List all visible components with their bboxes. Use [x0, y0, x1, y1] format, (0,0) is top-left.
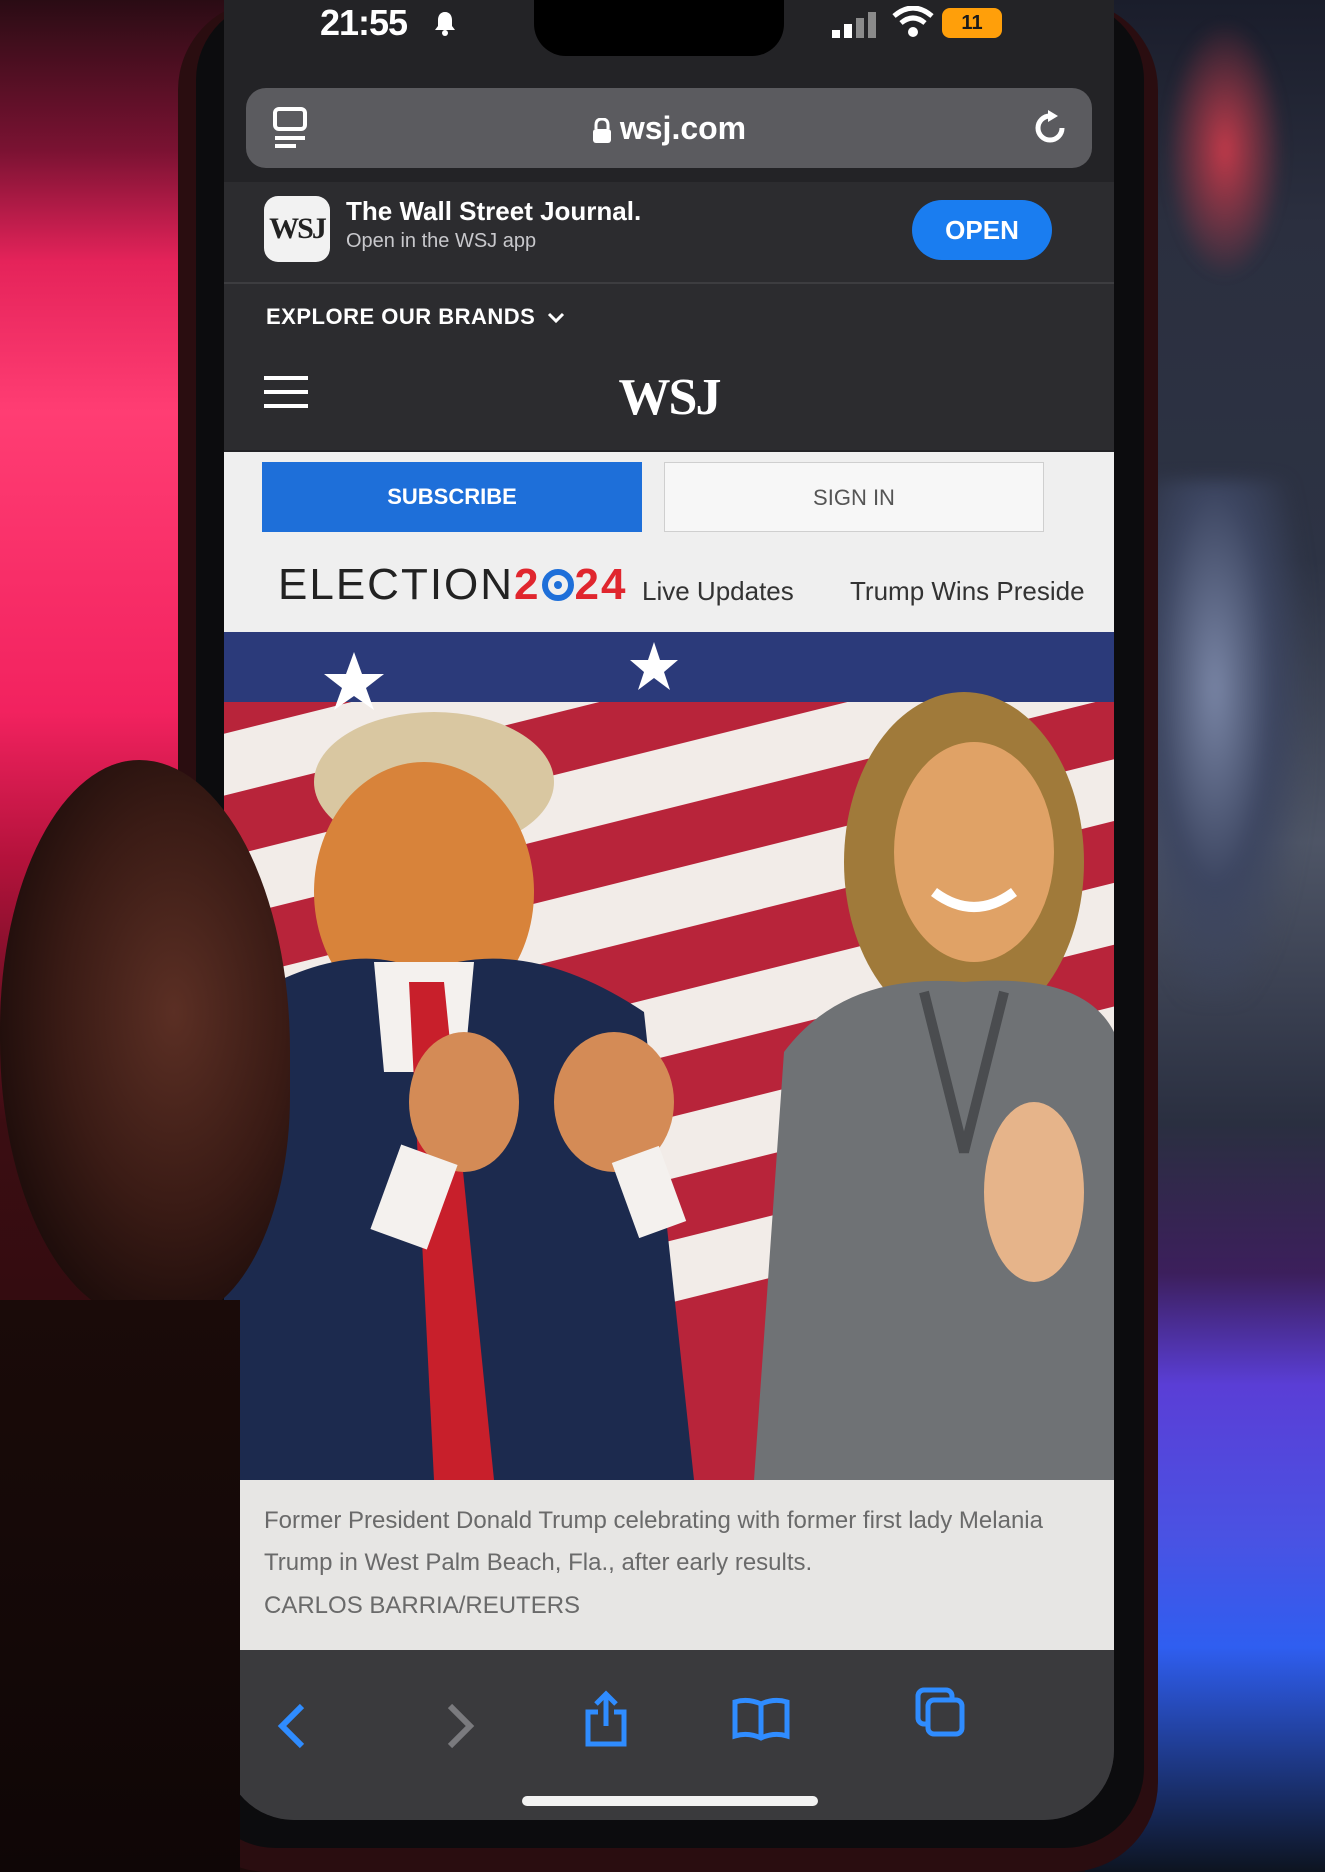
app-banner: WSJ The Wall Street Journal. Open in the… [224, 182, 1114, 284]
dynamic-island [534, 0, 784, 56]
election-year-2: 2 [514, 560, 541, 609]
hand-lower [0, 1300, 240, 1872]
app-subtitle: Open in the WSJ app [346, 230, 537, 252]
address-bar[interactable]: wsj.com [246, 88, 1092, 168]
url-display[interactable]: wsj.com [246, 88, 1092, 168]
forward-icon[interactable] [444, 1702, 476, 1750]
back-icon[interactable] [276, 1702, 308, 1750]
caption-text: Former President Donald Trump celebratin… [264, 1507, 1043, 1576]
phone-screen: 21:55 11 wsj.com WSJ The Wall Street Jou… [224, 0, 1114, 1820]
subscribe-button[interactable]: SUBSCRIBE [262, 462, 642, 532]
nav-live-updates[interactable]: Live Updates [642, 576, 794, 607]
wifi-icon [892, 6, 934, 37]
election-year-24: 24 [574, 560, 628, 609]
explore-brands-label: EXPLORE OUR BRANDS [266, 304, 536, 329]
photo-caption: Former President Donald Trump celebratin… [224, 1480, 1114, 1650]
share-icon[interactable] [584, 1690, 628, 1748]
election-title-prefix: ELECTION [278, 560, 515, 609]
status-bar: 21:55 11 [224, 0, 1114, 56]
bell-icon [435, 12, 455, 36]
wsj-logo[interactable]: WSJ [224, 368, 1114, 427]
app-name: The Wall Street Journal. [346, 196, 642, 226]
battery-icon: 11 [942, 8, 1002, 38]
nav-trump-wins[interactable]: Trump Wins Preside [850, 576, 1085, 607]
chevron-down-icon [548, 313, 565, 324]
open-app-button[interactable]: OPEN [912, 200, 1052, 260]
site-header: WSJ [224, 354, 1114, 450]
election-2024-label[interactable]: ELECTION2 24 [278, 560, 627, 610]
background-glow [1165, 20, 1285, 280]
explore-brands-bar[interactable]: EXPLORE OUR BRANDS [224, 284, 1114, 354]
status-time: 21:55 [320, 2, 408, 43]
auth-bar: SUBSCRIBE SIGN IN [224, 452, 1114, 556]
wsj-app-logo: WSJ [264, 196, 330, 262]
article-photo[interactable] [224, 632, 1114, 1480]
election-nav: ELECTION2 24 Live Updates Trump Wins Pres… [224, 556, 1114, 632]
reload-icon[interactable] [1030, 108, 1070, 148]
browser-toolbar [224, 1650, 1114, 1820]
home-indicator[interactable] [522, 1796, 818, 1806]
bookmarks-icon[interactable] [732, 1696, 790, 1742]
explore-brands-dropdown[interactable]: EXPLORE OUR BRANDS [266, 304, 565, 330]
ballot-circle-icon [541, 569, 574, 601]
photo-credit: CARLOS BARRIA/REUTERS [264, 1592, 581, 1619]
article-photo-illustration [224, 632, 1114, 1480]
lock-icon [592, 117, 611, 143]
signal-icon [832, 12, 876, 38]
tabs-overview-icon[interactable] [914, 1686, 966, 1738]
sign-in-button[interactable]: SIGN IN [664, 462, 1044, 532]
url-text: wsj.com [619, 110, 747, 146]
